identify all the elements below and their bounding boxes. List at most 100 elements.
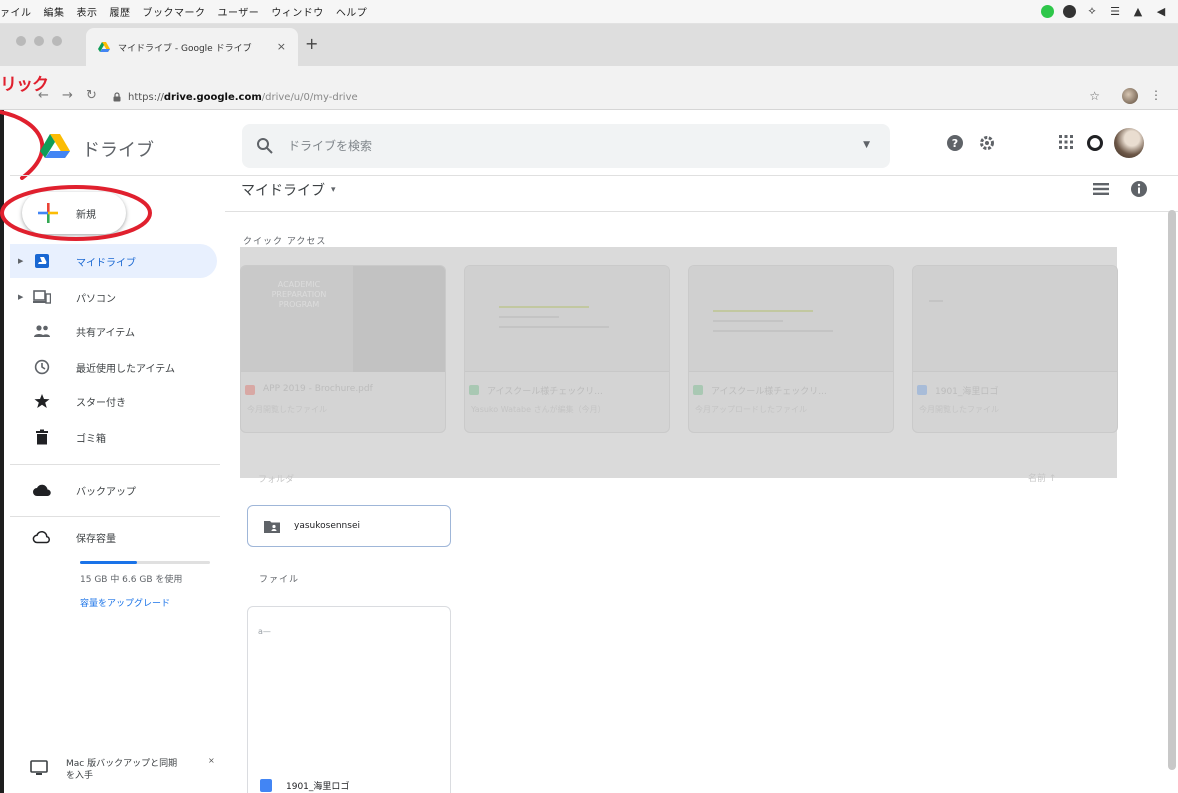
bookmark-star-icon[interactable]: ☆	[1089, 89, 1100, 103]
url-bar[interactable]: https:// drive.google.com /drive/u/0/my-…	[112, 86, 1142, 108]
card-subtitle: 今月アップロードしたファイル	[695, 405, 807, 414]
url-scheme: https://	[128, 91, 164, 103]
menu-window[interactable]: ウィンドウ	[271, 4, 324, 19]
tab-strip: マイドライブ - Google ドライブ × +	[0, 24, 1178, 66]
nav-computers-label: パソコン	[76, 293, 116, 305]
menu-history[interactable]: 履歴	[110, 4, 131, 19]
quick-access-card[interactable]: アイスクール様チェックリ... 今月アップロードしたファイル	[688, 265, 894, 433]
search-icon[interactable]	[256, 137, 274, 155]
drive-favicon-icon	[98, 42, 110, 52]
info-icon[interactable]	[1130, 180, 1148, 198]
upgrade-storage-link[interactable]: 容量をアップグレード	[80, 596, 170, 609]
nav-recent[interactable]: 最近使用したアイテム	[10, 350, 217, 384]
apps-grid-icon[interactable]	[1058, 134, 1074, 150]
folder-item[interactable]: yasukosennsei	[247, 505, 451, 547]
search-options-caret-icon[interactable]: ▼	[863, 140, 870, 150]
card-file-name: 1901_海里ロゴ	[935, 387, 999, 397]
drive-logo-text[interactable]: ドライブ	[82, 136, 154, 162]
shared-icon	[32, 322, 52, 340]
menu-bookmarks[interactable]: ブックマーク	[143, 4, 206, 19]
menu-view[interactable]: 表示	[77, 4, 98, 19]
drive-logo-icon[interactable]	[40, 134, 70, 158]
promo-close-icon[interactable]: ×	[208, 756, 215, 765]
nav-recent-label: 最近使用したアイテム	[76, 363, 175, 375]
line-icon[interactable]	[1041, 4, 1054, 18]
dropbox-icon[interactable]: ⟡	[1085, 4, 1099, 18]
thumb-text: ACADEMIC	[277, 280, 321, 289]
backup-promo-line1: Mac 版バックアップと同期	[66, 759, 178, 769]
search-box: ▼	[242, 124, 890, 168]
my-drive-dropdown[interactable]: マイドライブ ▾	[241, 180, 336, 200]
storage-usage-text: 15 GB 中 6.6 GB を使用	[80, 575, 183, 585]
help-icon[interactable]: ?	[946, 134, 964, 152]
left-navigation: 新規 ▶ マイドライブ ▶ パソコン 共有アイテム 最近使用したアイテム スター…	[10, 176, 225, 793]
backup-promo-text: Mac 版バックアップと同期 を入手	[66, 758, 177, 782]
url-host: drive.google.com	[163, 91, 262, 103]
quick-access-card[interactable]: ACADEMIC PREPARATION PROGRAM APP 2019 - …	[240, 265, 446, 433]
browser-profile-avatar[interactable]	[1122, 88, 1138, 104]
wifi-icon[interactable]: ☰	[1108, 4, 1122, 18]
reload-icon[interactable]: ↻	[86, 88, 97, 103]
menu-edit[interactable]: 編集	[44, 4, 65, 19]
tab-close-icon[interactable]: ×	[277, 40, 286, 53]
dropdown-caret-icon: ▾	[331, 185, 336, 195]
star-icon	[32, 392, 52, 410]
trash-icon	[32, 428, 52, 446]
file-preview-text: a—	[258, 627, 271, 636]
expand-arrow-icon[interactable]: ▶	[18, 257, 30, 265]
settings-gear-icon[interactable]	[978, 134, 996, 152]
sheets-file-icon	[693, 385, 703, 395]
nav-shared[interactable]: 共有アイテム	[10, 314, 217, 348]
new-tab-button[interactable]: +	[305, 34, 318, 53]
nav-trash-label: ゴミ箱	[76, 433, 106, 445]
airplay-icon[interactable]: ▲	[1131, 4, 1145, 18]
forward-icon[interactable]: →	[62, 88, 73, 103]
extension-icon[interactable]	[1063, 4, 1076, 18]
header-divider	[225, 211, 1178, 212]
storage-progress-bar	[80, 561, 210, 564]
nav-computers[interactable]: ▶ パソコン	[10, 280, 217, 314]
docs-file-icon	[917, 385, 927, 395]
zoom-window-button[interactable]	[52, 36, 62, 46]
nav-starred[interactable]: スター付き	[10, 384, 217, 418]
file-item[interactable]: a— 1901_海里ロゴ	[247, 606, 451, 793]
search-input[interactable]	[288, 124, 848, 168]
card-subtitle: Yasuko Watabe さんが編集（今月）	[471, 405, 606, 414]
menu-bar: ァイル 編集 表示 履歴 ブックマーク ユーザー ウィンドウ ヘルプ ⟡ ☰ ▲…	[0, 0, 1178, 24]
sheets-file-icon	[469, 385, 479, 395]
annotation-label: リック	[0, 75, 49, 95]
main-content: マイドライブ ▾ クイック アクセス ACADEMIC PREPARATION …	[225, 176, 1178, 793]
address-bar-row: ← → ↻ https:// drive.google.com /drive/u…	[0, 84, 1178, 110]
menu-file[interactable]: ァイル	[0, 4, 32, 19]
menu-help[interactable]: ヘルプ	[336, 4, 368, 19]
new-button[interactable]: 新規	[22, 192, 126, 234]
expand-arrow-icon[interactable]: ▶	[18, 293, 30, 301]
tab-title: マイドライブ - Google ドライブ	[118, 43, 252, 54]
cloud-outline-icon	[32, 528, 52, 546]
quick-access-card[interactable]: 1901_海里ロゴ 今月開覧したファイル	[912, 265, 1118, 433]
nav-trash[interactable]: ゴミ箱	[10, 420, 217, 454]
browser-menu-icon[interactable]: ⋮	[1150, 88, 1162, 102]
minimize-window-button[interactable]	[34, 36, 44, 46]
nav-my-drive-label: マイドライブ	[76, 257, 136, 269]
volume-icon[interactable]: ◀	[1154, 4, 1168, 18]
quick-access-card[interactable]: アイスクール様チェックリ... Yasuko Watabe さんが編集（今月）	[464, 265, 670, 433]
account-avatar[interactable]	[1114, 128, 1144, 158]
files-label: ファイル	[259, 575, 300, 585]
shared-folder-icon	[264, 520, 280, 533]
quick-access-dimmed-area: ACADEMIC PREPARATION PROGRAM APP 2019 - …	[240, 247, 1118, 485]
pdf-file-icon	[245, 385, 255, 395]
nav-storage[interactable]: 保存容量	[10, 520, 217, 554]
backup-promo-line2: を入手	[66, 771, 94, 781]
menu-users[interactable]: ユーザー	[218, 4, 260, 19]
account-ring-icon[interactable]	[1086, 134, 1104, 152]
sort-by-name-control[interactable]: 名前 ↑	[1028, 471, 1056, 484]
close-window-button[interactable]	[16, 36, 26, 46]
browser-tab[interactable]: マイドライブ - Google ドライブ ×	[86, 28, 298, 66]
thumb-text: PREPARATION	[271, 290, 327, 299]
nav-backup[interactable]: バックアップ	[10, 473, 217, 507]
list-view-icon[interactable]	[1093, 182, 1109, 196]
backup-sync-promo[interactable]: Mac 版バックアップと同期 を入手	[10, 748, 225, 793]
vertical-scrollbar[interactable]	[1168, 210, 1176, 770]
nav-my-drive[interactable]: ▶ マイドライブ	[10, 244, 217, 278]
